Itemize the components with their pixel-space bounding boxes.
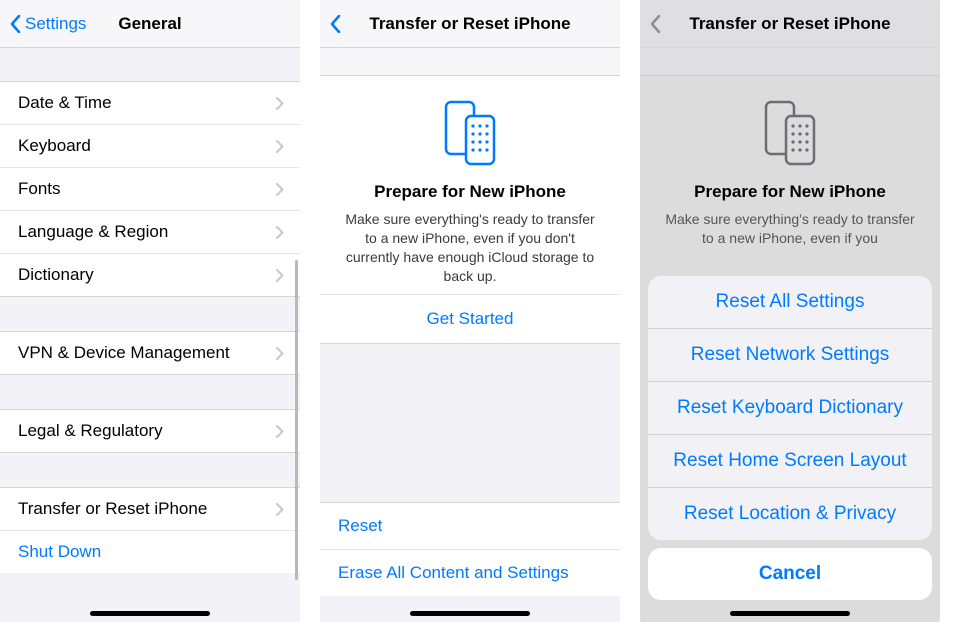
scroll-indicator[interactable] [295,260,298,580]
row-label: Keyboard [18,136,91,156]
action-sheet-options: Reset All Settings Reset Network Setting… [648,276,932,540]
row-label: Legal & Regulatory [18,421,163,441]
cancel-button[interactable]: Cancel [648,548,932,600]
chevron-left-icon [650,15,661,33]
reset-button[interactable]: Reset [320,503,620,550]
back-label: Settings [25,14,86,34]
reset-home-screen-layout-option[interactable]: Reset Home Screen Layout [648,435,932,488]
section-gap [0,374,300,410]
reset-network-settings-option[interactable]: Reset Network Settings [648,329,932,382]
navbar-title: Transfer or Reset iPhone [640,14,940,34]
section-gap [0,452,300,488]
back-button[interactable] [320,15,341,33]
devices-icon [344,98,596,168]
navbar: Transfer or Reset iPhone [640,0,940,48]
home-indicator[interactable] [90,611,210,616]
get-started-button[interactable]: Get Started [320,294,620,344]
screen-reset-action-sheet: Transfer or Reset iPhone Prepare for New… [640,0,940,622]
row-transfer-reset[interactable]: Transfer or Reset iPhone [0,488,300,531]
erase-all-button[interactable]: Erase All Content and Settings [320,550,620,596]
row-label: Date & Time [18,93,112,113]
chevron-right-icon [276,97,284,110]
chevron-right-icon [276,425,284,438]
option-label: Reset Home Screen Layout [673,450,906,471]
settings-group-4: Transfer or Reset iPhone Shut Down [0,488,300,573]
row-dictionary[interactable]: Dictionary [0,254,300,296]
chevron-right-icon [276,140,284,153]
row-label: Erase All Content and Settings [338,563,569,583]
option-label: Reset Network Settings [691,344,890,365]
cancel-label: Cancel [759,563,821,584]
chevron-left-icon [330,15,341,33]
home-indicator[interactable] [410,611,530,616]
option-label: Reset Location & Privacy [684,503,896,524]
navbar: Settings General [0,0,300,48]
chevron-right-icon [276,269,284,282]
reset-location-privacy-option[interactable]: Reset Location & Privacy [648,488,932,540]
screen-transfer-reset: Transfer or Reset iPhone Prepare for New… [320,0,620,622]
row-label: Shut Down [18,542,101,562]
row-date-time[interactable]: Date & Time [0,82,300,125]
row-shut-down[interactable]: Shut Down [0,531,300,573]
prepare-section: Prepare for New iPhone Make sure everyth… [320,76,620,294]
row-label: Transfer or Reset iPhone [18,499,207,519]
prepare-description: Make sure everything's ready to transfer… [664,210,916,248]
option-label: Reset Keyboard Dictionary [677,397,903,418]
settings-group-1: Date & Time Keyboard Fonts Language & Re… [0,82,300,296]
settings-group-3: Legal & Regulatory [0,410,300,452]
row-language-region[interactable]: Language & Region [0,211,300,254]
bottom-actions: Reset Erase All Content and Settings [320,502,620,596]
row-label: VPN & Device Management [18,343,230,363]
prepare-title: Prepare for New iPhone [664,182,916,202]
reset-keyboard-dictionary-option[interactable]: Reset Keyboard Dictionary [648,382,932,435]
navbar-title: Transfer or Reset iPhone [320,14,620,34]
row-label: Fonts [18,179,61,199]
section-gap [320,48,620,76]
row-keyboard[interactable]: Keyboard [0,125,300,168]
chevron-right-icon [276,183,284,196]
screen-general-settings: Settings General Date & Time Keyboard Fo… [0,0,300,622]
prepare-description: Make sure everything's ready to transfer… [344,210,596,286]
back-button [640,15,661,33]
row-legal-regulatory[interactable]: Legal & Regulatory [0,410,300,452]
row-label: Reset [338,516,382,536]
chevron-right-icon [276,226,284,239]
back-button[interactable]: Settings [0,14,86,34]
prepare-title: Prepare for New iPhone [344,182,596,202]
devices-icon [664,98,916,168]
navbar: Transfer or Reset iPhone [320,0,620,48]
section-gap [640,48,940,76]
chevron-right-icon [276,347,284,360]
section-gap [0,296,300,332]
row-label: Dictionary [18,265,94,285]
section-gap [0,48,300,82]
prepare-section: Prepare for New iPhone Make sure everyth… [640,76,940,256]
chevron-left-icon [10,15,21,33]
row-label: Language & Region [18,222,168,242]
chevron-right-icon [276,503,284,516]
action-sheet: Reset All Settings Reset Network Setting… [648,276,932,600]
row-fonts[interactable]: Fonts [0,168,300,211]
option-label: Reset All Settings [716,291,865,312]
get-started-label: Get Started [427,309,514,328]
settings-group-2: VPN & Device Management [0,332,300,374]
row-vpn-device-management[interactable]: VPN & Device Management [0,332,300,374]
reset-all-settings-option[interactable]: Reset All Settings [648,276,932,329]
home-indicator[interactable] [730,611,850,616]
